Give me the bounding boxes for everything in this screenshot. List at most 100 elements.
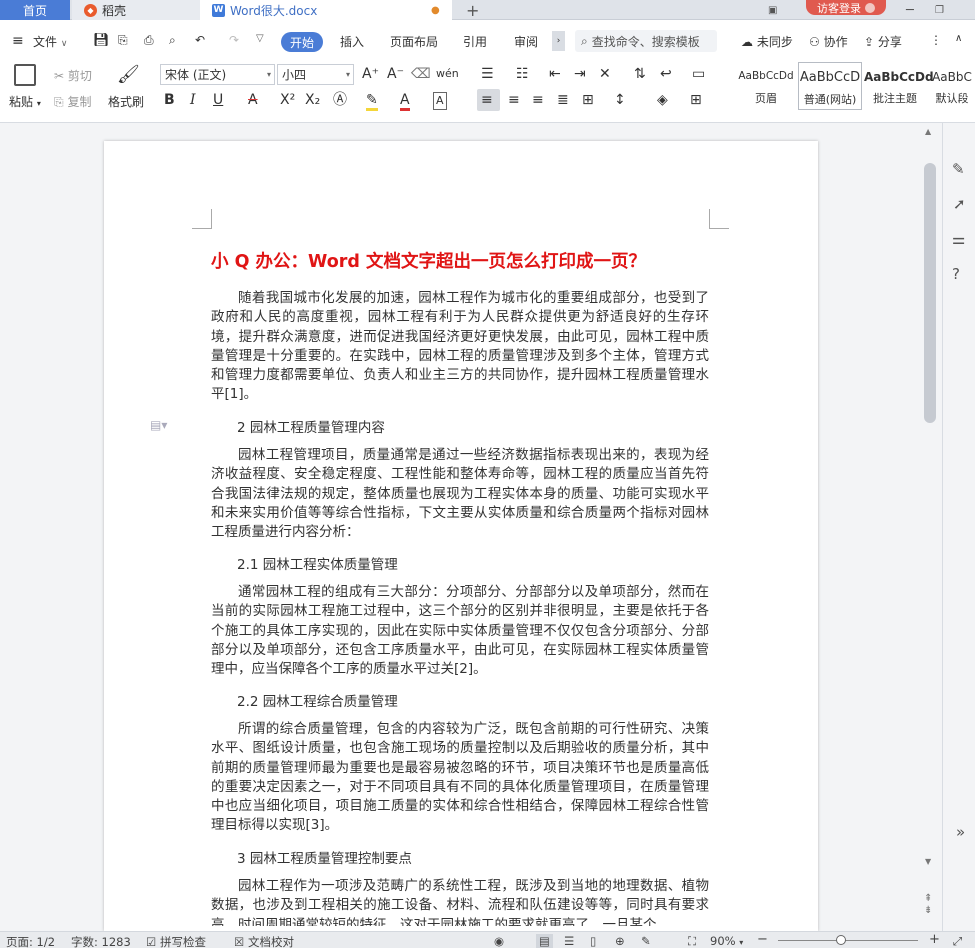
decrease-indent-icon[interactable]: ⇤ — [549, 66, 561, 82]
read-view-icon[interactable]: ▯ — [590, 934, 596, 948]
format-painter-button[interactable]: 格式刷 — [108, 93, 144, 110]
font-color-icon[interactable]: A — [400, 92, 410, 111]
text-effect-icon[interactable]: Ⓐ — [333, 92, 347, 108]
style-header[interactable]: AaBbCcDd 页眉 — [737, 64, 795, 110]
zoom-out-button[interactable]: − — [757, 932, 768, 947]
line-break-icon[interactable]: ↩ — [660, 66, 672, 82]
align-left-button[interactable]: ≡ — [477, 89, 500, 111]
quick-access-chevron-icon[interactable]: ▽ — [256, 33, 264, 44]
italic-icon[interactable]: I — [190, 92, 196, 108]
edit-pen-icon[interactable]: ✎ — [952, 160, 965, 178]
subscript-icon[interactable]: X₂ — [305, 92, 320, 108]
zoom-slider-thumb[interactable] — [836, 935, 846, 945]
strikethrough-icon[interactable]: A — [248, 92, 258, 108]
page-view-icon[interactable]: ▤ — [536, 934, 553, 948]
save-icon[interactable]: 💾︎ — [93, 33, 110, 48]
cloud-sync-icon[interactable]: ⎘ — [118, 33, 128, 48]
distribute-icon[interactable]: ⊞ — [582, 92, 594, 108]
paragraph-handle-icon[interactable]: ▤▾ — [150, 418, 167, 432]
align-right-icon[interactable]: ≡ — [532, 92, 544, 108]
minimize-button[interactable]: ─ — [906, 0, 914, 20]
word-count[interactable]: 字数: 1283 — [71, 934, 131, 948]
write-mode-icon[interactable]: ✎ — [641, 934, 651, 948]
undo-icon[interactable]: ↶ — [195, 33, 205, 47]
more-options-icon[interactable]: ⋮ — [930, 33, 942, 47]
justify-icon[interactable]: ≣ — [557, 92, 569, 108]
page-indicator[interactable]: 页面: 1/2 — [6, 934, 55, 948]
bullet-list-icon[interactable]: ☰ — [481, 66, 494, 82]
char-border-icon[interactable]: A — [433, 92, 447, 110]
window-list-icon[interactable]: ▣ — [768, 0, 784, 20]
paste-button[interactable]: 粘贴 ▾ — [9, 93, 41, 110]
sync-button[interactable]: ☁ 未同步 — [741, 33, 793, 50]
share-button[interactable]: ⇪ 分享 — [864, 33, 902, 50]
style-normal-web[interactable]: AaBbCcD 普通(网站) — [798, 62, 862, 110]
print-icon[interactable]: ⎙ — [144, 33, 154, 48]
scrollbar-thumb[interactable] — [924, 163, 936, 423]
scroll-up-icon[interactable]: ▲ — [925, 127, 931, 136]
prev-page-icon[interactable]: ⇞ — [924, 893, 932, 904]
format-painter-icon[interactable]: 🖌︎ — [117, 64, 140, 85]
redo-icon[interactable]: ↷ — [229, 33, 239, 47]
hamburger-menu-icon[interactable]: ≡ — [12, 33, 24, 49]
doc-proof-button[interactable]: ☒ 文档校对 — [234, 934, 294, 948]
collab-button[interactable]: ⚇ 协作 — [809, 33, 848, 50]
cut-button[interactable]: ✂ 剪切 — [54, 67, 92, 84]
bold-icon[interactable]: B — [164, 92, 175, 108]
table-icon[interactable]: ▭ — [692, 66, 705, 82]
grow-font-icon[interactable]: A⁺ — [362, 66, 379, 82]
tab-page-layout[interactable]: 页面布局 — [390, 33, 438, 50]
zoom-slider-track[interactable] — [778, 940, 918, 941]
spell-check-button[interactable]: ☑ 拼写检查 — [146, 934, 206, 948]
phonetic-icon[interactable]: wén — [436, 66, 459, 82]
paste-icon[interactable] — [14, 64, 36, 86]
copy-button[interactable]: ⎘ 复制 — [54, 93, 91, 110]
tab-document[interactable]: W Word很大.docx ● — [200, 0, 452, 20]
file-menu[interactable]: 文件 ∨ — [33, 33, 67, 50]
settings-sliders-icon[interactable]: ⚌ — [952, 230, 965, 248]
fullscreen-icon[interactable]: ⤢ — [953, 934, 962, 948]
restore-button[interactable]: ❐ — [935, 0, 944, 20]
increase-indent-icon[interactable]: ⇥ — [574, 66, 586, 82]
font-name-select[interactable]: 宋体 (正文) ▾ — [160, 64, 275, 85]
tab-home[interactable]: 首页 — [0, 0, 70, 20]
underline-icon[interactable]: U — [213, 92, 223, 108]
shrink-font-icon[interactable]: A⁻ — [387, 66, 404, 82]
style-comment-subject[interactable]: AaBbCcDd 批注主题 — [864, 64, 934, 110]
font-size-select[interactable]: 小四 ▾ — [277, 64, 354, 85]
zoom-select[interactable]: 90% ▾ — [710, 934, 743, 948]
tab-start[interactable]: 开始 — [281, 32, 323, 52]
tab-review[interactable]: 审阅 — [514, 33, 538, 50]
shading-icon[interactable]: ◈ — [657, 92, 668, 108]
border-icon[interactable]: ⊞ — [690, 92, 702, 108]
numbered-list-icon[interactable]: ☷ — [516, 66, 529, 82]
tab-daoke[interactable]: ◆ 稻壳 — [72, 0, 200, 20]
scroll-down-icon[interactable]: ▼ — [925, 857, 931, 866]
fit-page-icon[interactable]: ⛶ — [688, 934, 696, 948]
align-center-icon[interactable]: ≡ — [508, 92, 520, 108]
collapse-ribbon-icon[interactable]: ∧ — [955, 33, 962, 44]
chinese-layout-icon[interactable]: ✕ — [599, 66, 611, 82]
zoom-in-button[interactable]: + — [929, 932, 940, 947]
select-pointer-icon[interactable]: ➚ — [953, 195, 966, 213]
superscript-icon[interactable]: X² — [280, 92, 295, 108]
help-icon[interactable]: ? — [952, 265, 960, 283]
command-search-box[interactable]: ⌕ 查找命令、搜索模板 — [575, 30, 717, 52]
guest-login-button[interactable]: 访客登录 — [806, 0, 886, 15]
tab-reference[interactable]: 引用 — [463, 33, 487, 50]
clear-format-icon[interactable]: ⌫ — [411, 66, 431, 82]
new-tab-button[interactable]: + — [466, 0, 479, 20]
sort-icon[interactable]: ⇅ — [634, 66, 646, 82]
tab-insert[interactable]: 插入 — [340, 33, 364, 50]
line-spacing-icon[interactable]: ↕ — [614, 92, 626, 108]
style-default-para[interactable]: AaBbC 默认段 — [929, 64, 975, 110]
highlight-icon[interactable]: ✎ — [366, 92, 378, 111]
expand-sidebar-icon[interactable]: » — [956, 823, 965, 841]
document-page[interactable]: 小 Q 办公：Word 文档文字超出一页怎么打印成一页？ 随着我国城市化发展的加… — [104, 141, 818, 931]
tabs-scroll-right-icon[interactable]: › — [552, 31, 565, 51]
eye-protect-icon[interactable]: ◉ — [494, 934, 504, 948]
web-view-icon[interactable]: ⊕ — [615, 934, 625, 948]
outline-view-icon[interactable]: ☰ — [564, 934, 574, 948]
next-page-icon[interactable]: ⇟ — [924, 905, 932, 916]
print-preview-icon[interactable]: ⌕ — [169, 33, 176, 48]
